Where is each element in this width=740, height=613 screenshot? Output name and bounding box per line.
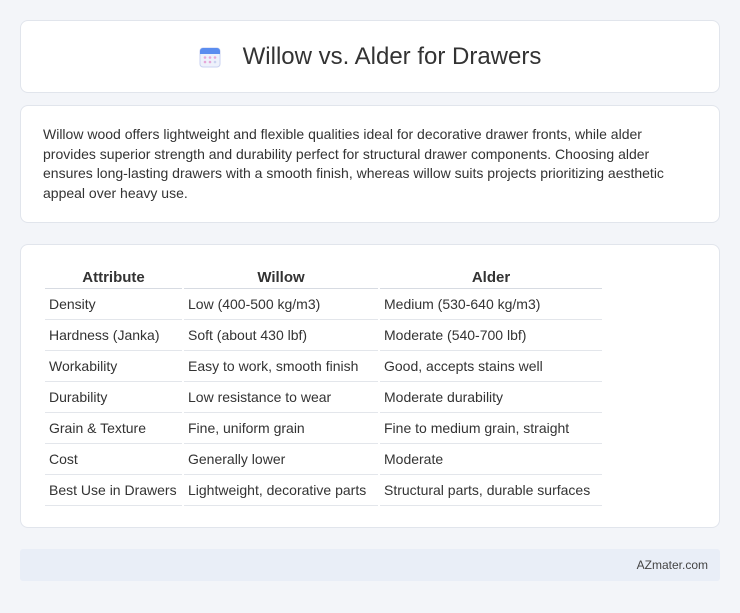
- table-row: Hardness (Janka) Soft (about 430 lbf) Mo…: [45, 320, 602, 351]
- table-row: Workability Easy to work, smooth finish …: [45, 351, 602, 382]
- table-row: Best Use in Drawers Lightweight, decorat…: [45, 475, 602, 506]
- cell-alder: Good, accepts stains well: [380, 351, 602, 382]
- description-card: Willow wood offers lightweight and flexi…: [20, 105, 720, 223]
- header-alder: Alder: [380, 265, 602, 289]
- cell-willow: Soft (about 430 lbf): [184, 320, 378, 351]
- header-attribute: Attribute: [45, 265, 182, 289]
- cell-willow: Low resistance to wear: [184, 382, 378, 413]
- cell-alder: Moderate: [380, 444, 602, 475]
- cell-willow: Fine, uniform grain: [184, 413, 378, 444]
- footer-bar: AZmater.com: [20, 549, 720, 581]
- description-text: Willow wood offers lightweight and flexi…: [43, 126, 664, 201]
- cell-attribute: Hardness (Janka): [45, 320, 182, 351]
- cell-willow: Generally lower: [184, 444, 378, 475]
- header-willow: Willow: [184, 265, 378, 289]
- table-row: Cost Generally lower Moderate: [45, 444, 602, 475]
- cell-alder: Moderate (540-700 lbf): [380, 320, 602, 351]
- cell-willow: Easy to work, smooth finish: [184, 351, 378, 382]
- table-header-row: Attribute Willow Alder: [45, 265, 602, 289]
- cell-attribute: Density: [45, 289, 182, 320]
- cell-attribute: Durability: [45, 382, 182, 413]
- table-row: Density Low (400-500 kg/m3) Medium (530-…: [45, 289, 602, 320]
- cell-attribute: Cost: [45, 444, 182, 475]
- cell-alder: Moderate durability: [380, 382, 602, 413]
- cell-attribute: Grain & Texture: [45, 413, 182, 444]
- cell-attribute: Best Use in Drawers: [45, 475, 182, 506]
- calendar-icon: [199, 46, 221, 68]
- page-title: Willow vs. Alder for Drawers: [242, 42, 542, 70]
- footer-brand-link[interactable]: AZmater.com: [637, 558, 708, 572]
- cell-alder: Structural parts, durable surfaces: [380, 475, 602, 506]
- table-row: Grain & Texture Fine, uniform grain Fine…: [45, 413, 602, 444]
- cell-alder: Fine to medium grain, straight: [380, 413, 602, 444]
- cell-willow: Lightweight, decorative parts: [184, 475, 378, 506]
- comparison-table: Attribute Willow Alder Density Low (400-…: [43, 265, 604, 506]
- cell-alder: Medium (530-640 kg/m3): [380, 289, 602, 320]
- cell-willow: Low (400-500 kg/m3): [184, 289, 378, 320]
- table-row: Durability Low resistance to wear Modera…: [45, 382, 602, 413]
- comparison-table-card: Attribute Willow Alder Density Low (400-…: [20, 244, 720, 528]
- cell-attribute: Workability: [45, 351, 182, 382]
- title-card: Willow vs. Alder for Drawers: [20, 20, 720, 93]
